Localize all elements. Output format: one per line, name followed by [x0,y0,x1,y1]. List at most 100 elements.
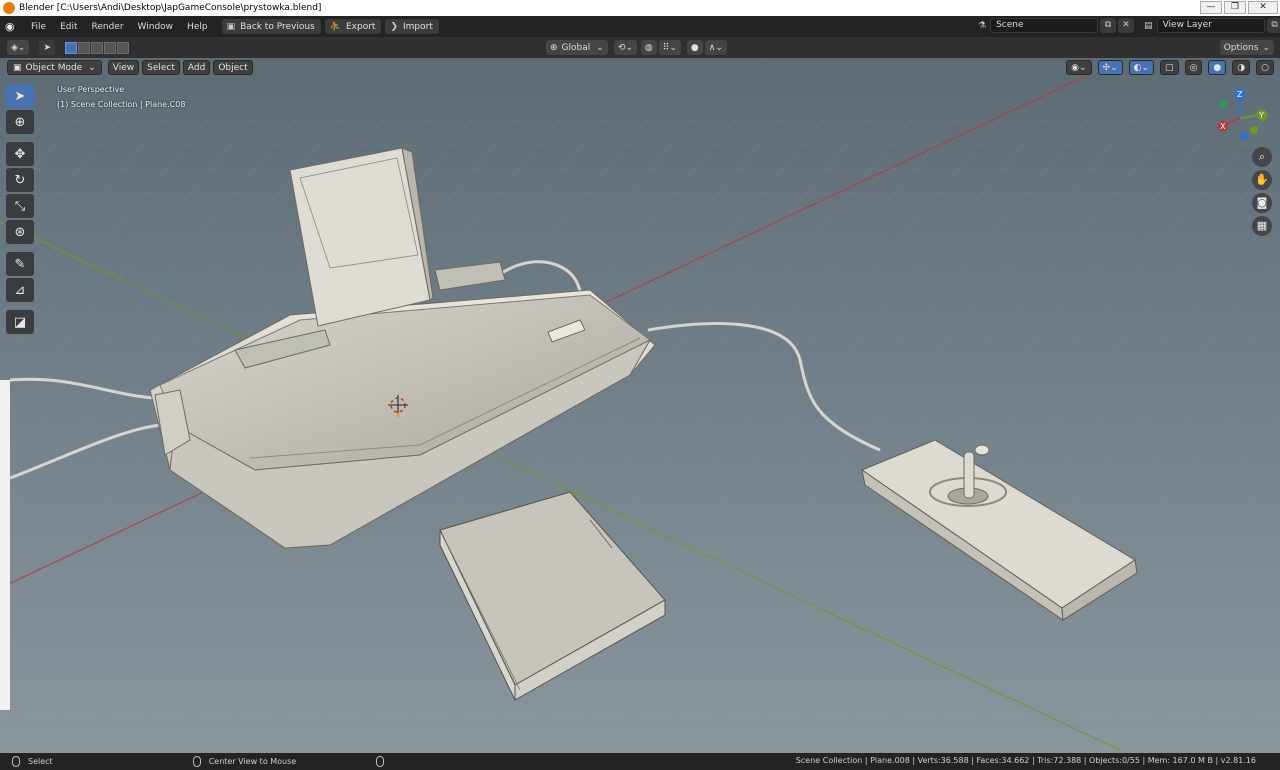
cube-add-icon: ◪ [13,314,27,330]
menu-help[interactable]: Help [187,22,208,32]
back-to-previous-button[interactable]: ▣ Back to Previous [221,19,321,34]
rotate-tool[interactable]: ↻ [6,168,34,192]
magnet-icon: ◍ [644,42,653,53]
shading-material[interactable]: ◑ [1232,60,1251,75]
context-menu-hint [376,756,392,767]
menu-select[interactable]: Select [142,60,180,75]
export-button[interactable]: ⛹ Export [324,19,382,34]
crosshair-icon: ⊕ [14,114,26,130]
menu-view[interactable]: View [107,60,140,75]
shading-wireframe[interactable]: ◎ [1184,60,1203,75]
select-extend-icon[interactable] [78,41,91,54]
navigation-controls: ⌕ ✋ ◙ ▦ [1252,147,1272,239]
window-controls: — ❐ ✕ [1200,1,1278,14]
menu-file[interactable]: File [31,22,46,32]
falloff-dropdown[interactable]: ∧⌄ [704,40,727,55]
editor-type-dropdown[interactable]: ◈⌄ [7,40,30,55]
add-cube-tool[interactable]: ◪ [6,310,34,334]
menu-object[interactable]: Object [213,60,253,75]
window-titlebar: Blender [C:\Users\Andi\Desktop\JapGameCo… [0,0,1280,16]
xray-icon: ▢ [1165,62,1174,73]
transform-orientation-dropdown[interactable]: ⊕ Global ⌄ [546,40,608,55]
pan-hand-icon[interactable]: ✋ [1252,170,1272,190]
select-invert-icon[interactable] [104,41,117,54]
select-box-tool[interactable]: ➤ [6,84,34,108]
select-cursor-icon: ➤ [14,88,26,104]
viewport-shading-controls: ◉⌄ ✣⌄ ◐⌄ ▢ ◎ ● ◑ ○ [1063,60,1274,75]
solid-shading-icon: ● [1213,62,1222,73]
mouse-middle-icon [192,756,201,767]
collection-label: (1) Scene Collection | Plane.C08 [57,100,186,109]
running-figure-icon: ⛹ [329,21,341,32]
remove-scene-icon[interactable]: ✕ [1118,18,1135,33]
center-view-hint: Center View to Mouse [192,756,296,767]
overlay-icon: ◐⌄ [1133,62,1150,73]
view-layer-icon: ▤ [1144,20,1153,31]
selection-mode-group [65,41,130,54]
ruler-icon: ⊿ [14,282,26,298]
select-subtract-icon[interactable] [91,41,104,54]
3d-view-icon: ◈⌄ [11,42,26,53]
tool-shelf: ➤ ⊕ ✥ ↻ ⤡ ⊛ ✎ ⊿ ◪ [6,84,36,336]
transform-icon: ⊛ [14,224,26,240]
zoom-icon[interactable]: ⌕ [1252,147,1272,167]
select-tool-indicator[interactable]: ➤ [39,40,56,55]
window-title: Blender [C:\Users\Andi\Desktop\JapGameCo… [19,3,322,13]
select-intersect-icon[interactable] [117,41,130,54]
snap-toggle[interactable]: ◍ [640,40,657,55]
scale-tool[interactable]: ⤡ [6,194,34,218]
select-hint: Select [12,756,53,767]
new-scene-icon[interactable]: ⧉ [1100,18,1117,33]
close-button[interactable]: ✕ [1248,1,1278,14]
view-layer-field[interactable]: View Layer [1156,18,1265,33]
gizmo-icon: ✣⌄ [1102,62,1118,73]
snap-target-dropdown[interactable]: ⠿⌄ [658,40,681,55]
select-new-icon[interactable] [65,41,78,54]
chevron-right-icon: ❯ [390,21,398,32]
blender-menu-icon[interactable]: ◉ [5,20,23,34]
menu-window[interactable]: Window [138,22,174,32]
ortho-grid-icon[interactable]: ▦ [1252,216,1272,236]
shading-solid[interactable]: ● [1208,60,1227,75]
pivot-point-dropdown[interactable]: ⟲⌄ [613,40,637,55]
shading-rendered[interactable]: ○ [1256,60,1274,75]
material-shading-icon: ◑ [1237,62,1246,73]
scene-stats: Scene Collection | Plane.008 | Verts:36.… [795,756,1256,765]
status-bar: Select Center View to Mouse Scene Collec… [0,753,1280,770]
object-mode-dropdown[interactable]: ▣ Object Mode ⌄ [7,60,102,75]
transform-tool[interactable]: ⊛ [6,220,34,244]
chevron-down-icon: ⌄ [88,62,96,73]
visibility-dropdown[interactable]: ◉⌄ [1066,60,1092,75]
mouse-left-icon [12,756,20,767]
cursor-tool[interactable]: ⊕ [6,110,34,134]
camera-view-icon[interactable]: ◙ [1252,193,1272,213]
3d-viewport[interactable]: Z Y X [0,37,1280,753]
import-button[interactable]: ❯ Import [385,19,439,34]
rendered-shading-icon: ○ [1261,62,1269,73]
new-view-layer-icon[interactable]: ⧉ [1266,18,1280,33]
viewport-header: ▣ Object Mode ⌄ View Select Add Object ◉… [0,58,1280,77]
pencil-icon: ✎ [14,256,26,272]
measure-tool[interactable]: ⊿ [6,278,34,302]
gizmo-x-label: X [1220,122,1226,131]
object-mode-icon: ▣ [13,62,22,73]
chevron-down-icon: ⌄ [596,42,604,53]
menu-edit[interactable]: Edit [60,22,77,32]
proportional-edit-toggle[interactable]: ● [686,40,703,55]
annotate-tool[interactable]: ✎ [6,252,34,276]
move-tool[interactable]: ✥ [6,142,34,166]
viewport-scene: Z Y X [0,37,1280,753]
chevron-down-icon: ⌄ [1262,42,1270,53]
tool-header: ◈⌄ ➤ ⊕ Global ⌄ ⟲⌄ ◍ ⠿⌄ ● ∧⌄ Options ⌄ [0,37,1280,58]
gizmo-toggle[interactable]: ✣⌄ [1097,60,1123,75]
maximize-button[interactable]: ❐ [1224,1,1246,14]
perspective-label: User Perspective [57,85,125,94]
orientation-icon: ⊕ [550,42,558,53]
minimize-button[interactable]: — [1200,1,1222,14]
scene-field[interactable]: Scene [990,18,1099,33]
xray-toggle[interactable]: ▢ [1160,60,1179,75]
menu-add[interactable]: Add [182,60,211,75]
options-dropdown[interactable]: Options ⌄ [1219,40,1274,55]
menu-render[interactable]: Render [92,22,124,32]
overlay-toggle[interactable]: ◐⌄ [1128,60,1155,75]
